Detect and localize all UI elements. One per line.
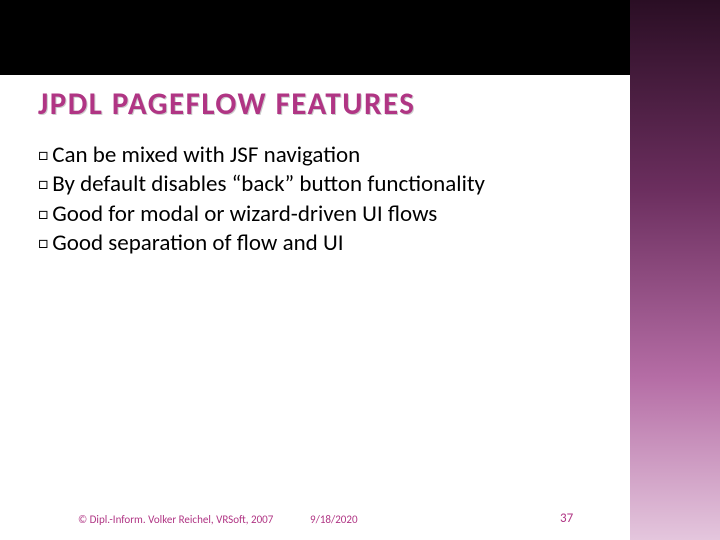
- bullet-text: Good for modal or wizard-driven UI flows: [52, 200, 437, 228]
- bullet-icon: □: [38, 203, 48, 224]
- footer-date: 9/18/2020: [310, 513, 358, 526]
- bullet-icon: □: [38, 173, 48, 194]
- footer-copyright: © Dipl.-Inform. Volker Reichel, VRSoft, …: [78, 513, 273, 526]
- slide: JPDL PAGEFLOW FEATURES □Can be mixed wit…: [0, 0, 720, 540]
- bullet-text: Good separation of flow and UI: [52, 229, 343, 257]
- bullet-text: Can be mixed with JSF navigation: [52, 141, 360, 169]
- bullet-item: □Good separation of flow and UI: [38, 229, 598, 258]
- content-area: JPDL PAGEFLOW FEATURES □Can be mixed wit…: [38, 85, 598, 259]
- slide-title: JPDL PAGEFLOW FEATURES: [38, 85, 598, 123]
- footer: © Dipl.-Inform. Volker Reichel, VRSoft, …: [0, 502, 620, 526]
- footer-page-number: 37: [560, 511, 573, 526]
- bullet-item: □Can be mixed with JSF navigation: [38, 141, 598, 170]
- bullet-item: □By default disables “back” button funct…: [38, 170, 598, 199]
- bullet-list: □Can be mixed with JSF navigation □By de…: [38, 141, 598, 259]
- bullet-text: By default disables “back” button functi…: [52, 170, 485, 198]
- bullet-item: □Good for modal or wizard-driven UI flow…: [38, 200, 598, 229]
- top-black-bar: [0, 0, 720, 75]
- side-gradient-bar: [630, 0, 720, 540]
- bullet-icon: □: [38, 232, 48, 253]
- bullet-icon: □: [38, 144, 48, 165]
